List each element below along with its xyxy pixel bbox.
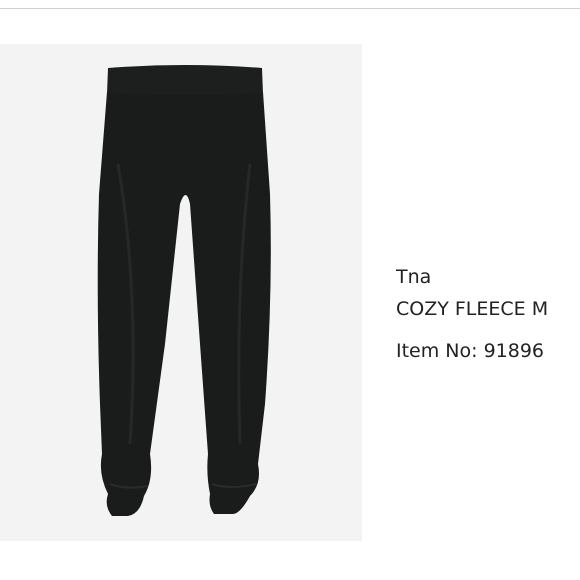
item-number: Item No: 91896 [396,340,545,362]
product-image[interactable] [0,44,362,541]
product-card: Tna COZY FLEECE M Item No: 91896 [0,0,580,580]
product-details: Tna COZY FLEECE M Item No: 91896 [396,262,580,366]
product-name[interactable]: COZY FLEECE M [396,294,580,336]
pants-photo [97,65,271,516]
brand-name: Tna [396,266,432,288]
top-divider [0,8,580,9]
